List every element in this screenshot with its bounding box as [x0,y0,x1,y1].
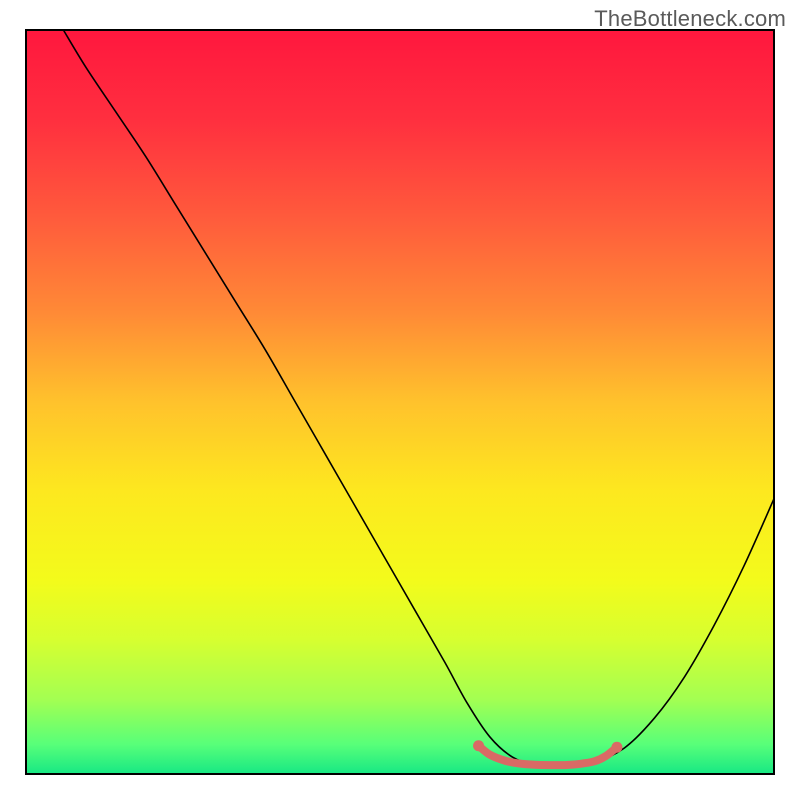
optimal-end-dot [611,742,622,753]
optimal-start-dot [473,740,484,751]
bottleneck-chart: TheBottleneck.com [0,0,800,800]
plot-background [26,30,774,774]
watermark-text: TheBottleneck.com [594,6,786,32]
chart-svg [0,0,800,800]
